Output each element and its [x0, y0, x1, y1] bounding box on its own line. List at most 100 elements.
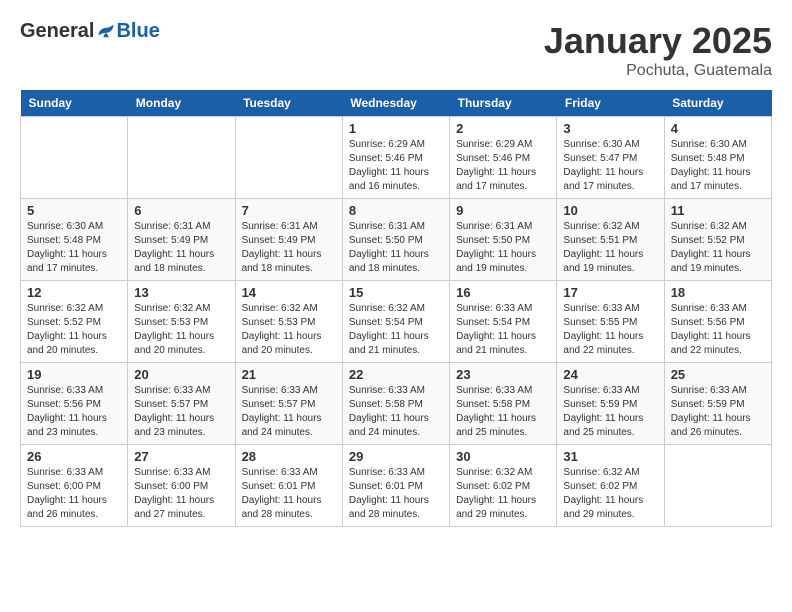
- day-info: Sunrise: 6:29 AM Sunset: 5:46 PM Dayligh…: [349, 138, 443, 194]
- logo-bird-icon: [96, 22, 116, 42]
- day-number: 30: [456, 449, 550, 464]
- day-number: 9: [456, 203, 550, 218]
- header-wednesday: Wednesday: [342, 90, 449, 117]
- calendar-cell: 27 Sunrise: 6:33 AM Sunset: 6:00 PM Dayli…: [128, 445, 235, 527]
- day-info: Sunrise: 6:32 AM Sunset: 5:51 PM Dayligh…: [563, 220, 657, 276]
- day-number: 10: [563, 203, 657, 218]
- day-number: 19: [27, 367, 121, 382]
- calendar-cell: 26 Sunrise: 6:33 AM Sunset: 6:00 PM Dayli…: [21, 445, 128, 527]
- day-number: 21: [242, 367, 336, 382]
- day-number: 25: [671, 367, 765, 382]
- day-number: 16: [456, 285, 550, 300]
- day-info: Sunrise: 6:33 AM Sunset: 5:57 PM Dayligh…: [242, 384, 336, 440]
- day-number: 3: [563, 121, 657, 136]
- day-info: Sunrise: 6:31 AM Sunset: 5:50 PM Dayligh…: [349, 220, 443, 276]
- header-monday: Monday: [128, 90, 235, 117]
- calendar-cell: [664, 445, 771, 527]
- header-tuesday: Tuesday: [235, 90, 342, 117]
- day-info: Sunrise: 6:30 AM Sunset: 5:47 PM Dayligh…: [563, 138, 657, 194]
- calendar-cell: 16Sunrise: 6:33 AM Sunset: 5:54 PM Dayli…: [450, 281, 557, 363]
- calendar-cell: 9 Sunrise: 6:31 AM Sunset: 5:50 PM Daylig…: [450, 199, 557, 281]
- calendar-cell: 15 Sunrise: 6:32 AM Sunset: 5:54 PM Dayli…: [342, 281, 449, 363]
- calendar-cell: 23 Sunrise: 6:33 AM Sunset: 5:58 PM Dayli…: [450, 363, 557, 445]
- day-number: 17: [563, 285, 657, 300]
- logo-general-text: General: [20, 20, 94, 43]
- day-info: Sunrise: 6:31 AM Sunset: 5:50 PM Dayligh…: [456, 220, 550, 276]
- day-number: 11: [671, 203, 765, 218]
- calendar-cell: 7Sunrise: 6:31 AM Sunset: 5:49 PM Daylig…: [235, 199, 342, 281]
- day-info: Sunrise: 6:33 AM Sunset: 5:57 PM Dayligh…: [134, 384, 228, 440]
- calendar-cell: 25Sunrise: 6:33 AM Sunset: 5:59 PM Dayli…: [664, 363, 771, 445]
- calendar-cell: 12 Sunrise: 6:32 AM Sunset: 5:52 PM Dayli…: [21, 281, 128, 363]
- day-number: 24: [563, 367, 657, 382]
- day-info: Sunrise: 6:33 AM Sunset: 5:56 PM Dayligh…: [27, 384, 121, 440]
- calendar-cell: 17Sunrise: 6:33 AM Sunset: 5:55 PM Dayli…: [557, 281, 664, 363]
- calendar-cell: 11Sunrise: 6:32 AM Sunset: 5:52 PM Dayli…: [664, 199, 771, 281]
- day-number: 12: [27, 285, 121, 300]
- calendar-cell: 4Sunrise: 6:30 AM Sunset: 5:48 PM Daylig…: [664, 117, 771, 199]
- day-info: Sunrise: 6:33 AM Sunset: 6:01 PM Dayligh…: [242, 466, 336, 522]
- calendar-cell: [128, 117, 235, 199]
- day-number: 31: [563, 449, 657, 464]
- day-number: 28: [242, 449, 336, 464]
- header-saturday: Saturday: [664, 90, 771, 117]
- day-number: 4: [671, 121, 765, 136]
- calendar-cell: 13 Sunrise: 6:32 AM Sunset: 5:53 PM Dayli…: [128, 281, 235, 363]
- day-number: 20: [134, 367, 228, 382]
- calendar-header-row: SundayMondayTuesdayWednesdayThursdayFrid…: [21, 90, 772, 117]
- calendar-cell: 6Sunrise: 6:31 AM Sunset: 5:49 PM Daylig…: [128, 199, 235, 281]
- calendar-cell: 3 Sunrise: 6:30 AM Sunset: 5:47 PM Daylig…: [557, 117, 664, 199]
- day-number: 13: [134, 285, 228, 300]
- day-info: Sunrise: 6:29 AM Sunset: 5:46 PM Dayligh…: [456, 138, 550, 194]
- logo-blue-text: Blue: [116, 20, 159, 43]
- calendar-subtitle: Pochuta, Guatemala: [544, 62, 772, 80]
- day-number: 26: [27, 449, 121, 464]
- calendar-table: SundayMondayTuesdayWednesdayThursdayFrid…: [20, 90, 772, 527]
- calendar-cell: [235, 117, 342, 199]
- day-number: 5: [27, 203, 121, 218]
- day-info: Sunrise: 6:33 AM Sunset: 6:00 PM Dayligh…: [134, 466, 228, 522]
- calendar-cell: 28 Sunrise: 6:33 AM Sunset: 6:01 PM Dayli…: [235, 445, 342, 527]
- day-info: Sunrise: 6:33 AM Sunset: 5:58 PM Dayligh…: [349, 384, 443, 440]
- calendar-cell: 10 Sunrise: 6:32 AM Sunset: 5:51 PM Dayli…: [557, 199, 664, 281]
- page-header: General Blue January 2025 Pochuta, Guate…: [20, 20, 772, 80]
- day-info: Sunrise: 6:33 AM Sunset: 6:01 PM Dayligh…: [349, 466, 443, 522]
- day-number: 23: [456, 367, 550, 382]
- day-info: Sunrise: 6:33 AM Sunset: 6:00 PM Dayligh…: [27, 466, 121, 522]
- day-info: Sunrise: 6:31 AM Sunset: 5:49 PM Dayligh…: [242, 220, 336, 276]
- calendar-cell: 22Sunrise: 6:33 AM Sunset: 5:58 PM Dayli…: [342, 363, 449, 445]
- calendar-cell: 20 Sunrise: 6:33 AM Sunset: 5:57 PM Dayli…: [128, 363, 235, 445]
- calendar-week-row: 19 Sunrise: 6:33 AM Sunset: 5:56 PM Dayli…: [21, 363, 772, 445]
- day-number: 15: [349, 285, 443, 300]
- calendar-cell: 14 Sunrise: 6:32 AM Sunset: 5:53 PM Dayli…: [235, 281, 342, 363]
- day-info: Sunrise: 6:32 AM Sunset: 5:52 PM Dayligh…: [27, 302, 121, 358]
- calendar-cell: 19 Sunrise: 6:33 AM Sunset: 5:56 PM Dayli…: [21, 363, 128, 445]
- calendar-cell: 31 Sunrise: 6:32 AM Sunset: 6:02 PM Dayli…: [557, 445, 664, 527]
- day-info: Sunrise: 6:32 AM Sunset: 5:54 PM Dayligh…: [349, 302, 443, 358]
- calendar-week-row: 5 Sunrise: 6:30 AM Sunset: 5:48 PM Daylig…: [21, 199, 772, 281]
- header-friday: Friday: [557, 90, 664, 117]
- calendar-week-row: 26 Sunrise: 6:33 AM Sunset: 6:00 PM Dayli…: [21, 445, 772, 527]
- header-thursday: Thursday: [450, 90, 557, 117]
- day-number: 27: [134, 449, 228, 464]
- day-number: 2: [456, 121, 550, 136]
- logo: General Blue: [20, 20, 160, 43]
- header-sunday: Sunday: [21, 90, 128, 117]
- calendar-cell: 2 Sunrise: 6:29 AM Sunset: 5:46 PM Daylig…: [450, 117, 557, 199]
- calendar-cell: 21 Sunrise: 6:33 AM Sunset: 5:57 PM Dayli…: [235, 363, 342, 445]
- day-number: 14: [242, 285, 336, 300]
- day-number: 1: [349, 121, 443, 136]
- day-info: Sunrise: 6:32 AM Sunset: 6:02 PM Dayligh…: [563, 466, 657, 522]
- calendar-cell: 29Sunrise: 6:33 AM Sunset: 6:01 PM Dayli…: [342, 445, 449, 527]
- day-info: Sunrise: 6:32 AM Sunset: 5:53 PM Dayligh…: [134, 302, 228, 358]
- calendar-title: January 2025: [544, 20, 772, 62]
- day-number: 8: [349, 203, 443, 218]
- day-info: Sunrise: 6:33 AM Sunset: 5:56 PM Dayligh…: [671, 302, 765, 358]
- day-info: Sunrise: 6:33 AM Sunset: 5:58 PM Dayligh…: [456, 384, 550, 440]
- title-section: January 2025 Pochuta, Guatemala: [544, 20, 772, 80]
- day-info: Sunrise: 6:32 AM Sunset: 5:53 PM Dayligh…: [242, 302, 336, 358]
- day-number: 18: [671, 285, 765, 300]
- day-info: Sunrise: 6:30 AM Sunset: 5:48 PM Dayligh…: [27, 220, 121, 276]
- calendar-week-row: 12 Sunrise: 6:32 AM Sunset: 5:52 PM Dayli…: [21, 281, 772, 363]
- day-number: 6: [134, 203, 228, 218]
